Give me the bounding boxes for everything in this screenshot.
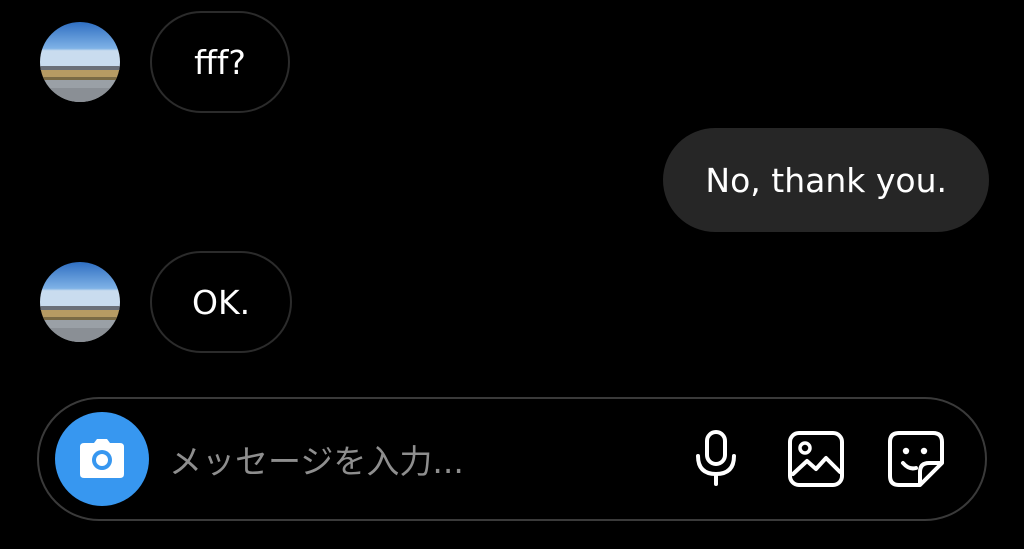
avatar[interactable] [40, 262, 120, 342]
gallery-button[interactable] [784, 427, 848, 491]
message-bubble-incoming[interactable]: OK. [150, 251, 293, 353]
sticker-button[interactable] [884, 427, 948, 491]
voice-message-button[interactable] [684, 427, 748, 491]
message-bubble-incoming[interactable]: fff? [150, 11, 290, 113]
camera-button[interactable] [55, 412, 149, 506]
message-input-placeholder: メッセージを入力... [169, 442, 464, 481]
message-composer: メッセージを入力... [37, 397, 987, 521]
message-row-incoming: OK. [40, 251, 293, 353]
camera-icon [80, 439, 124, 478]
gallery-icon [788, 431, 844, 487]
message-row-incoming: fff? [40, 11, 290, 113]
chat-screen: fff? No, thank you. OK. メッセージを入力... [0, 0, 1024, 549]
sticker-icon [888, 431, 944, 487]
message-input[interactable]: メッセージを入力... [169, 399, 464, 519]
message-text: fff? [194, 42, 246, 82]
avatar-image [40, 262, 120, 342]
avatar-image [40, 22, 120, 102]
message-bubble-outgoing[interactable]: No, thank you. [663, 128, 989, 232]
message-text: No, thank you. [705, 160, 947, 200]
avatar[interactable] [40, 22, 120, 102]
message-text: OK. [192, 282, 251, 322]
microphone-icon [696, 430, 736, 486]
